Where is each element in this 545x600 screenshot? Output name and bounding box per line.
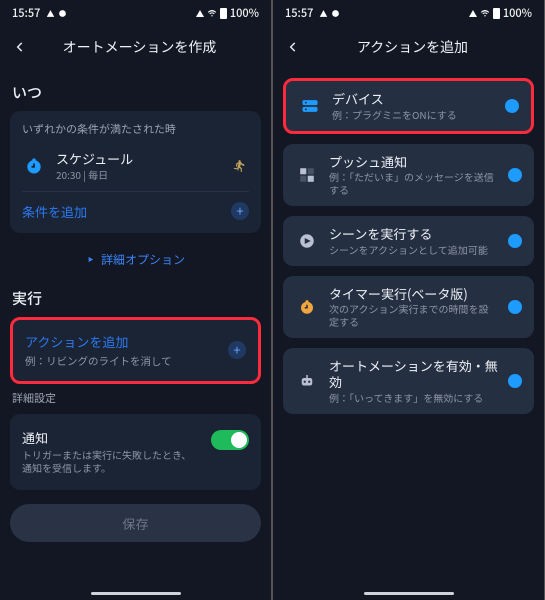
status-bar: 15:57 100% (273, 0, 544, 26)
plus-icon: + (231, 202, 249, 220)
info-icon[interactable] (505, 99, 519, 113)
scene-icon (295, 229, 319, 253)
status-time: 15:57 (285, 5, 313, 21)
option-scene[interactable]: シーンを実行する シーンをアクションとして追加可能 (283, 216, 534, 266)
notify-title: 通知 (22, 430, 201, 446)
schedule-row[interactable]: スケジュール 20:30 | 毎日 (22, 145, 249, 187)
clock-icon (22, 154, 46, 178)
play-icon (86, 255, 95, 264)
notify-sub: トリガーまたは実行に失敗したとき、通知を受信します。 (22, 448, 201, 474)
option-title: プッシュ通知 (329, 154, 498, 170)
notification-card: 通知 トリガーまたは実行に失敗したとき、通知を受信します。 (10, 414, 261, 491)
conditions-note: いずれかの条件が満たされた時 (22, 121, 249, 137)
screen-create-automation: 15:57 100% オートメーションを作成 いつ いずれかの条件が満たされた時 (0, 0, 271, 600)
add-action-card[interactable]: アクションを追加 例：リビングのライトを消して + (10, 317, 261, 384)
save-label: 保存 (122, 514, 148, 533)
option-push[interactable]: プッシュ通知 例：「ただいま」のメッセージを送信する (283, 144, 534, 207)
option-title: デバイス (332, 91, 495, 107)
content: いつ いずれかの条件が満たされた時 スケジュール 20:30 | 毎日 条件を追… (0, 68, 271, 588)
signal-icon (469, 10, 477, 17)
info-icon[interactable] (508, 300, 522, 314)
wifi-icon (207, 9, 217, 18)
timer-icon (295, 295, 319, 319)
schedule-sub: 20:30 | 毎日 (56, 168, 219, 181)
plus-icon: + (228, 341, 246, 359)
info-icon[interactable] (508, 374, 522, 388)
more-options-button[interactable]: 詳細オプション (10, 243, 261, 280)
option-sub: 例：「ただいま」のメッセージを送信する (329, 170, 498, 196)
option-automation-toggle[interactable]: オートメーションを有効・無効 例：「いってきます」を無効にする (283, 348, 534, 413)
option-device[interactable]: デバイス 例：プラグミニをONにする (283, 78, 534, 134)
chat-icon (58, 9, 67, 18)
add-condition-label: 条件を追加 (22, 202, 87, 221)
screen-add-action: 15:57 100% アクションを追加 デバイス 例：プラグミニをONにする (273, 0, 544, 600)
notify-toggle[interactable] (211, 430, 249, 450)
chat-icon (331, 9, 340, 18)
schedule-title: スケジュール (56, 151, 219, 167)
conditions-card: いずれかの条件が満たされた時 スケジュール 20:30 | 毎日 条件を追加 + (10, 111, 261, 233)
add-action-sub: 例：リビングのライトを消して (25, 354, 246, 369)
home-indicator[interactable] (91, 592, 181, 595)
tent-icon (46, 9, 55, 18)
status-bar: 15:57 100% (0, 0, 271, 26)
section-detail: 詳細設定 (12, 390, 259, 406)
option-sub: 例：プラグミニをONにする (332, 108, 495, 121)
option-sub: シーンをアクションとして追加可能 (329, 243, 498, 256)
option-title: タイマー実行(ベータ版) (329, 286, 498, 302)
wifi-icon (480, 9, 490, 18)
content: デバイス 例：プラグミニをONにする プッシュ通知 例：「ただいま」のメッセージ… (273, 68, 544, 588)
home-indicator[interactable] (364, 592, 454, 595)
signal-icon (196, 10, 204, 17)
status-time: 15:57 (12, 5, 40, 21)
add-action-title: アクションを追加 (25, 332, 246, 351)
battery-pct: 100% (503, 5, 532, 21)
battery-pct: 100% (230, 5, 259, 21)
option-title: オートメーションを有効・無効 (329, 358, 498, 389)
page-title: アクションを追加 (291, 37, 534, 57)
add-condition-row[interactable]: 条件を追加 + (22, 196, 249, 223)
tent-icon (319, 9, 328, 18)
battery-icon (493, 8, 500, 19)
section-exec: 実行 (12, 288, 259, 309)
robot-icon (295, 369, 319, 393)
save-button[interactable]: 保存 (10, 504, 261, 542)
page-title: オートメーションを作成 (18, 37, 261, 57)
info-icon[interactable] (508, 168, 522, 182)
option-sub: 例：「いってきます」を無効にする (329, 391, 498, 404)
push-icon (295, 163, 319, 187)
section-when: いつ (12, 82, 259, 103)
walk-icon (229, 156, 249, 176)
app-bar: オートメーションを作成 (0, 26, 271, 68)
device-icon (298, 94, 322, 118)
info-icon[interactable] (508, 234, 522, 248)
option-title: シーンを実行する (329, 226, 498, 242)
option-timer[interactable]: タイマー実行(ベータ版) 次のアクション実行までの時間を設定する (283, 276, 534, 339)
battery-icon (220, 8, 227, 19)
app-bar: アクションを追加 (273, 26, 544, 68)
option-sub: 次のアクション実行までの時間を設定する (329, 302, 498, 328)
more-options-label: 詳細オプション (101, 251, 185, 268)
